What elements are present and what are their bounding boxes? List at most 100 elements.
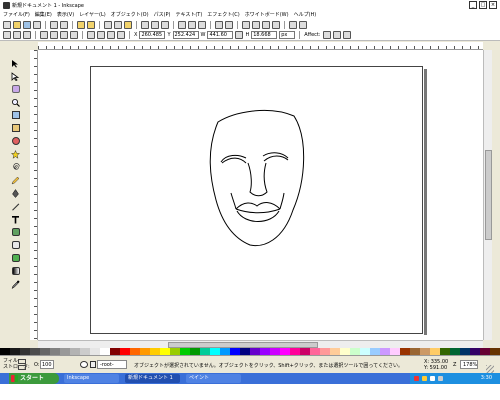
- print-icon[interactable]: [33, 20, 41, 29]
- select-all-icon[interactable]: [3, 31, 11, 39]
- palette-swatch[interactable]: [300, 348, 310, 355]
- scale-corners-icon[interactable]: [332, 31, 341, 39]
- calligraphy-tool-icon[interactable]: [10, 201, 21, 211]
- stroke-swatch[interactable]: [18, 365, 26, 370]
- tweak-tool-icon[interactable]: [10, 84, 21, 94]
- flip-vertical-icon[interactable]: [70, 31, 78, 39]
- palette-swatch[interactable]: [310, 348, 320, 355]
- unit-select[interactable]: px: [279, 31, 296, 39]
- palette-swatch[interactable]: [340, 348, 350, 355]
- rotate-cw-icon[interactable]: [50, 31, 58, 39]
- redo-icon[interactable]: [87, 20, 95, 29]
- rectangle-tool-icon[interactable]: [10, 110, 21, 120]
- face-outline[interactable]: [209, 109, 305, 247]
- zoom-selection-icon[interactable]: [141, 20, 149, 29]
- lock-ratio-icon[interactable]: [235, 31, 244, 39]
- palette-swatch[interactable]: [240, 348, 250, 355]
- palette-swatch[interactable]: [440, 348, 450, 355]
- menu-path[interactable]: パス(P): [154, 11, 176, 18]
- open-icon[interactable]: [13, 20, 21, 29]
- y-field[interactable]: 252.424: [172, 31, 199, 39]
- palette-swatch[interactable]: [200, 348, 210, 355]
- tray-volume-icon[interactable]: [438, 376, 443, 381]
- palette-swatch[interactable]: [100, 348, 110, 355]
- palette-swatch[interactable]: [30, 348, 40, 355]
- palette-swatch[interactable]: [10, 348, 20, 355]
- palette-swatch[interactable]: [420, 348, 430, 355]
- scale-stroke-icon[interactable]: [322, 31, 331, 39]
- menu-edit[interactable]: 編集(E): [35, 11, 57, 18]
- rotate-ccw-icon[interactable]: [40, 31, 48, 39]
- tray-network-icon[interactable]: [430, 376, 435, 381]
- upper-lip[interactable]: [235, 202, 281, 210]
- palette-swatch[interactable]: [330, 348, 340, 355]
- lock-icon[interactable]: [90, 361, 96, 368]
- lower-icon[interactable]: [107, 31, 115, 39]
- select-all-layers-icon[interactable]: [13, 31, 21, 39]
- zoom-page-icon[interactable]: [161, 20, 169, 29]
- palette-swatch[interactable]: [250, 348, 260, 355]
- task-button-paint[interactable]: ペイント: [186, 374, 241, 383]
- align-icon[interactable]: [272, 20, 280, 29]
- palette-swatch[interactable]: [150, 348, 160, 355]
- palette-swatch[interactable]: [110, 348, 120, 355]
- nose[interactable]: [247, 162, 268, 197]
- menu-effects[interactable]: エフェクト(C): [207, 11, 244, 18]
- palette-swatch[interactable]: [40, 348, 50, 355]
- task-button-inkscape[interactable]: Inkscape: [64, 374, 119, 383]
- fill-stroke-icon[interactable]: [242, 20, 250, 29]
- palette-swatch[interactable]: [370, 348, 380, 355]
- palette-swatch[interactable]: [430, 348, 440, 355]
- group-icon[interactable]: [215, 20, 223, 29]
- gradient-tool-icon[interactable]: [10, 266, 21, 276]
- menu-whiteboard[interactable]: ホワイトボード(W): [245, 11, 294, 18]
- deselect-icon[interactable]: [23, 31, 31, 39]
- text-tool-icon[interactable]: [10, 214, 21, 224]
- palette-swatch[interactable]: [50, 348, 60, 355]
- raise-to-top-icon[interactable]: [87, 31, 95, 39]
- width-field[interactable]: 441.60: [207, 31, 234, 39]
- tray-ime-icon[interactable]: [422, 376, 427, 381]
- palette-swatch[interactable]: [410, 348, 420, 355]
- palette-swatch[interactable]: [450, 348, 460, 355]
- close-button[interactable]: ×: [489, 1, 497, 9]
- x-field[interactable]: 260.485: [139, 31, 166, 39]
- paint-bucket-tool-icon[interactable]: [10, 253, 21, 263]
- palette-swatch[interactable]: [280, 348, 290, 355]
- eye-icon[interactable]: [80, 361, 88, 368]
- palette-swatch[interactable]: [480, 348, 490, 355]
- unlink-clone-icon[interactable]: [198, 20, 206, 29]
- palette-swatch[interactable]: [80, 348, 90, 355]
- pen-tool-icon[interactable]: [10, 188, 21, 198]
- menu-layer[interactable]: レイヤー(L): [79, 11, 111, 18]
- new-document-icon[interactable]: [3, 20, 11, 29]
- palette-swatch[interactable]: [70, 348, 80, 355]
- spray-tool-icon[interactable]: [10, 227, 21, 237]
- text-font-icon[interactable]: [252, 20, 260, 29]
- clone-icon[interactable]: [188, 20, 196, 29]
- left-cheek-line[interactable]: [230, 192, 237, 210]
- palette-swatch[interactable]: [470, 348, 480, 355]
- pencil-tool-icon[interactable]: [10, 175, 21, 185]
- right-cheek-line[interactable]: [279, 192, 285, 210]
- vertical-ruler[interactable]: [30, 50, 38, 340]
- duplicate-icon[interactable]: [178, 20, 186, 29]
- spiral-tool-icon[interactable]: [10, 162, 21, 172]
- palette-swatch[interactable]: [60, 348, 70, 355]
- palette-swatch[interactable]: [260, 348, 270, 355]
- palette-swatch[interactable]: [0, 348, 10, 355]
- drawing-canvas[interactable]: [38, 50, 483, 340]
- zoom-drawing-icon[interactable]: [151, 20, 159, 29]
- palette-swatch[interactable]: [90, 348, 100, 355]
- export-icon[interactable]: [60, 20, 68, 29]
- node-tool-icon[interactable]: [10, 71, 21, 81]
- save-icon[interactable]: [23, 20, 31, 29]
- horizontal-scrollbar[interactable]: [38, 340, 483, 348]
- import-icon[interactable]: [50, 20, 58, 29]
- preferences-icon[interactable]: [289, 20, 297, 29]
- task-button-document[interactable]: 新規ドキュメント 1: [125, 374, 180, 383]
- palette-swatch[interactable]: [270, 348, 280, 355]
- minimize-button[interactable]: _: [469, 1, 477, 9]
- eraser-tool-icon[interactable]: [10, 240, 21, 250]
- vertical-scrollbar[interactable]: [483, 50, 492, 340]
